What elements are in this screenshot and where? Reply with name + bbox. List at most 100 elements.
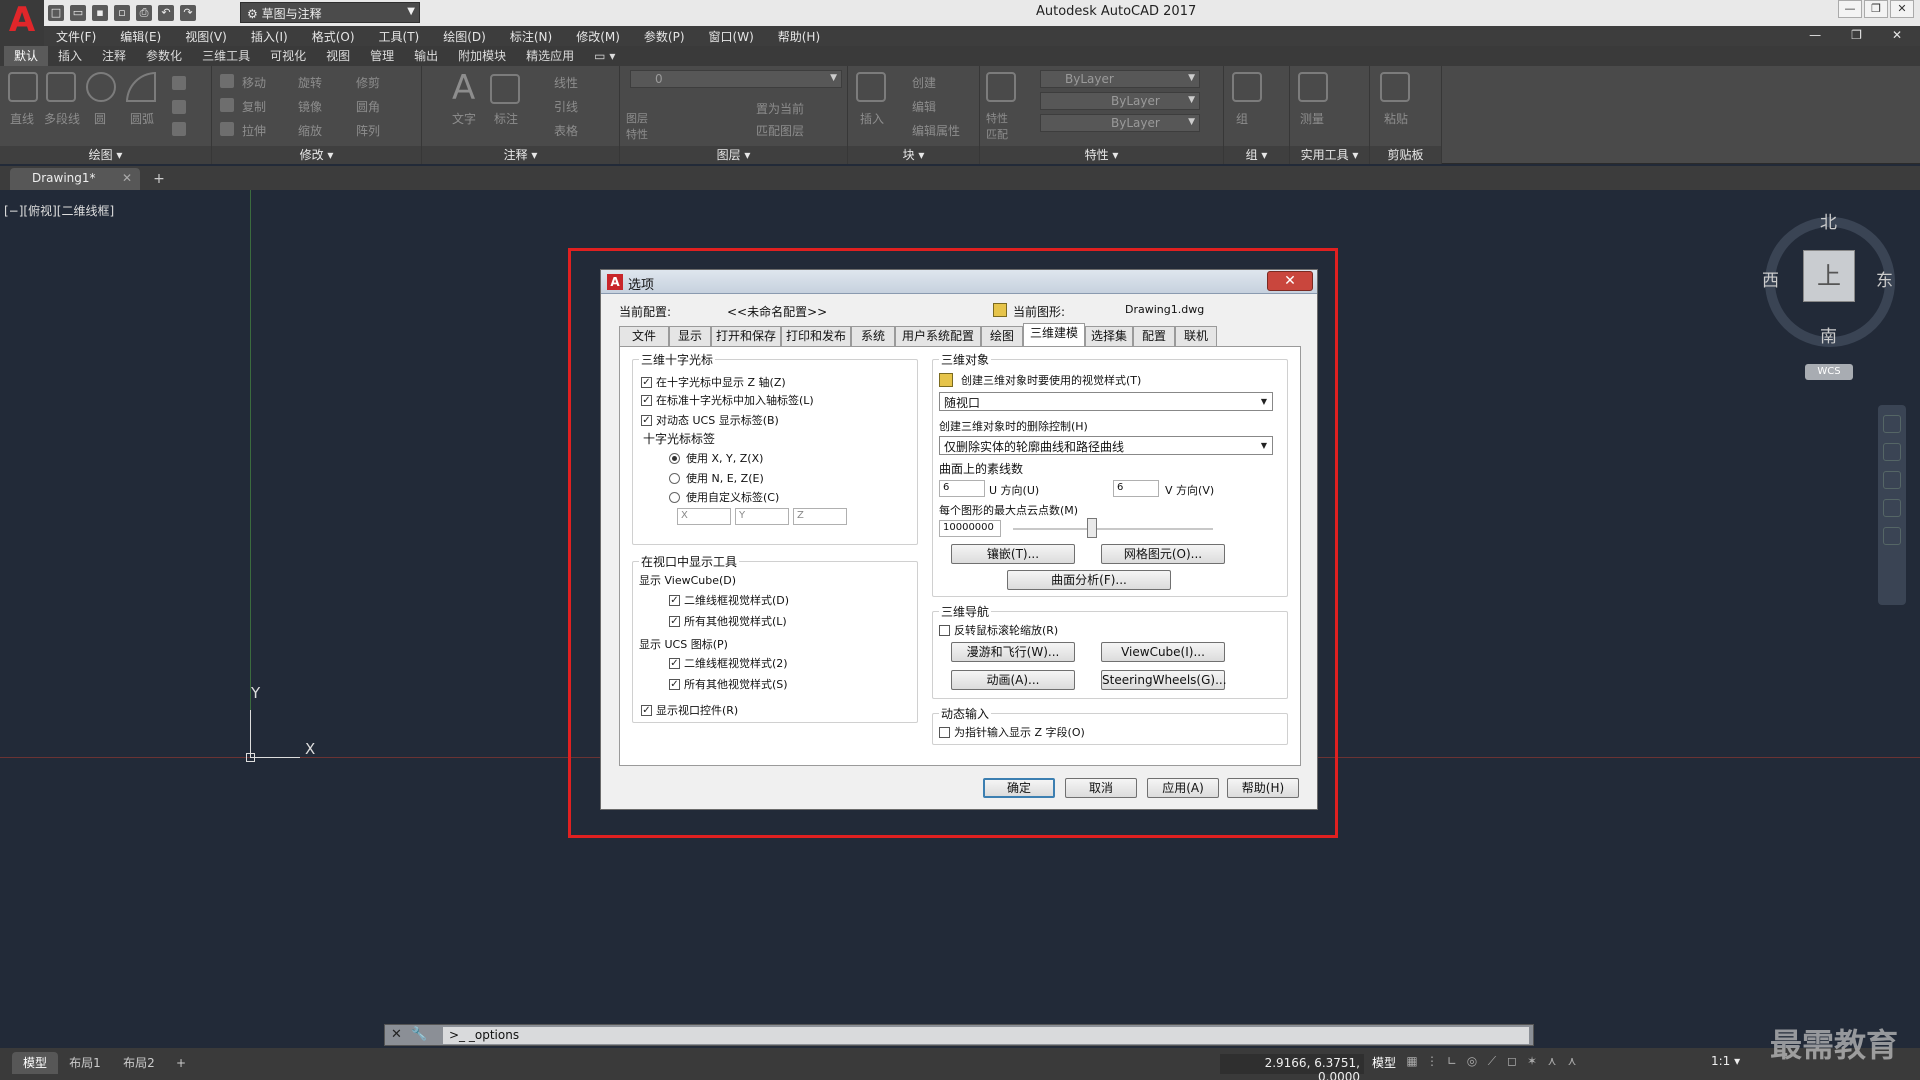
rectangle-icon[interactable] bbox=[172, 76, 186, 90]
leader-label[interactable]: 引线 bbox=[554, 98, 578, 115]
tab-output[interactable]: 输出 bbox=[404, 46, 448, 66]
tab-3d-tools[interactable]: 三维工具 bbox=[192, 46, 260, 66]
copy-icon[interactable] bbox=[220, 98, 234, 112]
option-reverse-wheel[interactable]: 反转鼠标滚轮缩放(R) bbox=[939, 622, 1058, 638]
apply-button[interactable]: 应用(A) bbox=[1147, 778, 1219, 798]
tab-user-preferences[interactable]: 用户系统配置 bbox=[895, 326, 981, 346]
tab-annotate[interactable]: 注释 bbox=[92, 46, 136, 66]
close-icon[interactable]: ✕ bbox=[122, 171, 132, 185]
u-isolines-field[interactable]: 6 bbox=[939, 480, 985, 497]
checkbox-checked-icon[interactable]: ✓ bbox=[641, 414, 652, 426]
help-button[interactable]: 帮助(H) bbox=[1227, 778, 1299, 798]
panel-clipboard-title[interactable]: 剪贴板 bbox=[1370, 146, 1441, 164]
new-tab-button[interactable]: + bbox=[148, 170, 170, 188]
tab-layout1[interactable]: 布局1 bbox=[62, 1052, 108, 1074]
menu-tools[interactable]: 工具(T) bbox=[367, 28, 432, 45]
fillet-label[interactable]: 圆角 bbox=[356, 98, 380, 115]
orbit-icon[interactable] bbox=[1883, 499, 1901, 517]
checkbox-checked-icon[interactable]: ✓ bbox=[669, 615, 680, 627]
walk-fly-button[interactable]: 漫游和飞行(W)... bbox=[951, 642, 1075, 662]
panel-modify-title[interactable]: 修改 ▾ bbox=[212, 146, 421, 164]
new-layout-button[interactable]: + bbox=[170, 1052, 192, 1074]
move-icon[interactable] bbox=[220, 74, 234, 88]
wcs-menu[interactable]: WCS bbox=[1805, 364, 1853, 380]
stretch-label[interactable]: 拉伸 bbox=[242, 122, 266, 139]
insert-block-icon[interactable] bbox=[856, 72, 886, 102]
viewcube-west[interactable]: 西 bbox=[1762, 266, 1779, 291]
tab-view[interactable]: 视图 bbox=[316, 46, 360, 66]
surface-analysis-button[interactable]: 曲面分析(F)... bbox=[1007, 570, 1171, 590]
checkbox-icon[interactable] bbox=[939, 624, 950, 636]
ok-button[interactable]: 确定 bbox=[983, 778, 1055, 798]
customize-icon[interactable]: 🔧 bbox=[411, 1027, 427, 1042]
match-properties-icon[interactable] bbox=[986, 72, 1016, 102]
workspace-select[interactable]: ⚙ 草图与注释 ▼ bbox=[240, 2, 420, 23]
menu-view[interactable]: 视图(V) bbox=[173, 28, 239, 45]
tab-addins[interactable]: 附加模块 bbox=[448, 46, 516, 66]
menu-window[interactable]: 窗口(W) bbox=[697, 28, 766, 45]
stretch-icon[interactable] bbox=[220, 122, 234, 136]
color-dropdown[interactable]: ByLayer ▼ bbox=[1040, 70, 1200, 88]
tab-insert[interactable]: 插入 bbox=[48, 46, 92, 66]
checkbox-checked-icon[interactable]: ✓ bbox=[641, 704, 652, 716]
checkbox-checked-icon[interactable]: ✓ bbox=[641, 376, 652, 388]
save-icon[interactable]: ▪ bbox=[92, 5, 108, 21]
annotation-visibility-icon[interactable]: ⋏ bbox=[1545, 1054, 1559, 1070]
doc-restore-icon[interactable]: ❐ bbox=[1839, 28, 1874, 42]
option-ucs-2d[interactable]: ✓ 二维线框视觉样式(2) bbox=[669, 655, 788, 671]
option-z-field[interactable]: 为指针输入显示 Z 字段(O) bbox=[939, 724, 1085, 740]
ortho-icon[interactable]: ∟ bbox=[1445, 1054, 1459, 1070]
open-icon[interactable]: ▭ bbox=[70, 5, 86, 21]
measure-icon[interactable] bbox=[1298, 72, 1328, 102]
option-viewcube-other[interactable]: ✓ 所有其他视觉样式(L) bbox=[669, 613, 787, 629]
viewcube-east[interactable]: 东 bbox=[1876, 266, 1893, 291]
match-layer-label[interactable]: 匹配图层 bbox=[756, 122, 804, 139]
annotation-scale[interactable]: 1:1 ▾ bbox=[1711, 1054, 1740, 1068]
saveas-icon[interactable]: ▫ bbox=[114, 5, 130, 21]
doc-minimize-icon[interactable]: — bbox=[1797, 28, 1833, 42]
grid-icon[interactable]: ▦ bbox=[1405, 1054, 1419, 1070]
isodraft-icon[interactable]: ⟋ bbox=[1485, 1054, 1499, 1070]
checkbox-checked-icon[interactable]: ✓ bbox=[641, 394, 652, 406]
point-cloud-slider-thumb[interactable] bbox=[1087, 518, 1097, 538]
new-icon[interactable]: □ bbox=[48, 5, 64, 21]
option-viewcube-2d[interactable]: ✓ 二维线框视觉样式(D) bbox=[669, 592, 789, 608]
create-block-label[interactable]: 创建 bbox=[912, 74, 936, 91]
point-cloud-slider-track[interactable] bbox=[1013, 528, 1213, 530]
close-button[interactable]: ✕ bbox=[1890, 0, 1914, 18]
panel-layers-title[interactable]: 图层 ▾ bbox=[620, 146, 847, 164]
undo-icon[interactable]: ↶ bbox=[158, 5, 174, 21]
dialog-title-bar[interactable]: A 选项 ✕ bbox=[601, 270, 1317, 294]
print-icon[interactable]: ⎙ bbox=[136, 5, 152, 21]
dimension-icon[interactable] bbox=[490, 74, 520, 104]
steeringwheels-button[interactable]: SteeringWheels(G)... bbox=[1101, 670, 1227, 690]
radio-nez[interactable]: 使用 N, E, Z(E) bbox=[669, 470, 764, 486]
option-ucs-other[interactable]: ✓ 所有其他视觉样式(S) bbox=[669, 676, 788, 692]
text-icon[interactable]: A bbox=[452, 68, 475, 108]
point-cloud-field[interactable]: 10000000 bbox=[939, 520, 1001, 537]
menu-file[interactable]: 文件(F) bbox=[44, 28, 108, 45]
menu-format[interactable]: 格式(O) bbox=[300, 28, 367, 45]
option-dynamic-ucs-labels[interactable]: ✓ 对动态 UCS 显示标签(B) bbox=[641, 412, 779, 428]
v-isolines-field[interactable]: 6 bbox=[1113, 480, 1159, 497]
circle-icon[interactable] bbox=[86, 72, 116, 102]
rotate-label[interactable]: 旋转 bbox=[298, 74, 322, 91]
checkbox-checked-icon[interactable]: ✓ bbox=[669, 657, 680, 669]
menu-draw[interactable]: 绘图(D) bbox=[431, 28, 498, 45]
line-icon[interactable] bbox=[8, 72, 38, 102]
checkbox-icon[interactable] bbox=[939, 726, 950, 738]
move-label[interactable]: 移动 bbox=[242, 74, 266, 91]
cancel-button[interactable]: 取消 bbox=[1065, 778, 1137, 798]
tab-selection[interactable]: 选择集 bbox=[1085, 326, 1133, 346]
doc-close-icon[interactable]: ✕ bbox=[1880, 28, 1914, 42]
redo-icon[interactable]: ↷ bbox=[180, 5, 196, 21]
annotation-scale-icon[interactable]: ✶ bbox=[1525, 1054, 1539, 1070]
set-current-label[interactable]: 置为当前 bbox=[756, 100, 804, 117]
animation-button[interactable]: 动画(A)... bbox=[951, 670, 1075, 690]
panel-properties-title[interactable]: 特性 ▾ bbox=[980, 146, 1223, 164]
panel-block-title[interactable]: 块 ▾ bbox=[848, 146, 979, 164]
visual-style-select[interactable]: 随视口 ▼ bbox=[939, 392, 1273, 411]
tab-model[interactable]: 模型 bbox=[12, 1052, 58, 1074]
model-space-toggle[interactable]: 模型 bbox=[1372, 1054, 1396, 1071]
tab-system[interactable]: 系统 bbox=[851, 326, 895, 346]
